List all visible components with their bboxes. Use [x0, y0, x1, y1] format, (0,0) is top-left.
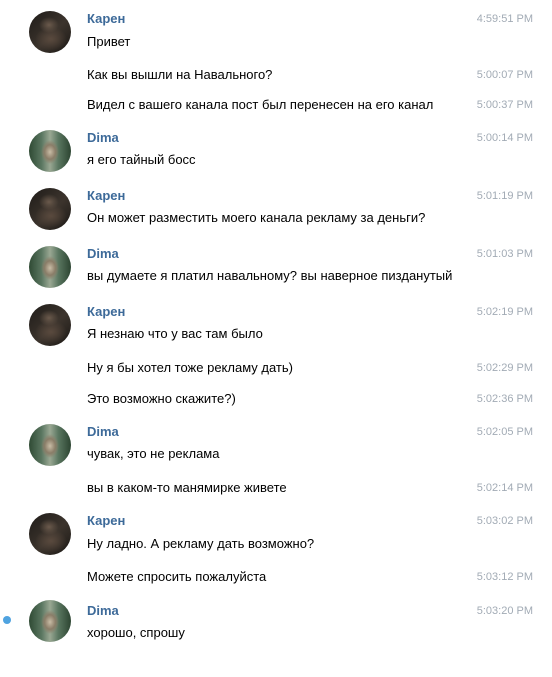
sender-name[interactable]: Карен [87, 304, 125, 320]
message-group: Dima 5:03:20 PM хорошо, спрошу [0, 600, 552, 644]
message-time: 4:59:51 PM [476, 13, 533, 25]
message-time: 5:01:03 PM [476, 248, 533, 260]
message-group: Карен 5:03:02 PM Ну ладно. А рекламу дат… [0, 513, 552, 589]
avatar[interactable] [29, 513, 71, 555]
avatar[interactable] [29, 188, 71, 230]
avatar[interactable] [29, 246, 71, 288]
sender-name[interactable]: Карен [87, 188, 125, 204]
message-time: 5:03:02 PM [476, 515, 533, 527]
message-time: 5:00:14 PM [476, 132, 533, 144]
sender-name[interactable]: Dima [87, 130, 119, 146]
message-text: вы думаете я платил навальному? вы навер… [87, 268, 453, 283]
sender-name[interactable]: Dima [87, 603, 119, 619]
sender-name[interactable]: Dima [87, 424, 119, 440]
message-time: 5:02:29 PM [476, 362, 533, 374]
message-time: 5:03:20 PM [476, 605, 533, 617]
message-text: Видел с вашего канала пост был перенесен… [87, 97, 434, 112]
message-time: 5:02:14 PM [476, 482, 533, 494]
avatar[interactable] [29, 600, 71, 642]
message-group: Dima 5:01:03 PM вы думаете я платил нава… [0, 246, 552, 290]
message-time: 5:02:36 PM [476, 393, 533, 405]
message-text: Привет [87, 34, 131, 49]
message-time: 5:02:19 PM [476, 306, 533, 318]
message-group: Dima 5:00:14 PM я его тайный босс [0, 130, 552, 174]
message-time: 5:02:05 PM [476, 426, 533, 438]
message-group: Карен 5:01:19 PM Он может разместить мое… [0, 188, 552, 232]
avatar[interactable] [29, 424, 71, 466]
message-text: Как вы вышли на Навального? [87, 67, 273, 82]
message-text: Ну ладно. А рекламу дать возможно? [87, 536, 315, 551]
message-text: чувак, это не реклама [87, 446, 220, 461]
message-group: Dima 5:02:05 PM чувак, это не реклама 5:… [0, 424, 552, 500]
sender-name[interactable]: Карен [87, 11, 125, 27]
message-group: Карен 5:02:19 PM Я незнаю что у вас там … [0, 304, 552, 414]
message-text: Это возможно скажите?) [87, 391, 236, 406]
message-group: Карен 4:59:51 PM Привет 5:00:07 PM Как в… [0, 11, 552, 121]
message-text: хорошо, спрошу [87, 625, 185, 640]
message-text: Он может разместить моего канала рекламу… [87, 210, 426, 225]
avatar[interactable] [29, 130, 71, 172]
message-text: вы в каком-то манямирке живете [87, 480, 287, 495]
avatar[interactable] [29, 11, 71, 53]
sender-name[interactable]: Карен [87, 513, 125, 529]
message-text: Я незнаю что у вас там было [87, 326, 263, 341]
message-text: Можете спросить пожалуйста [87, 569, 267, 584]
message-time: 5:01:19 PM [476, 190, 533, 202]
message-text: Ну я бы хотел тоже рекламу дать) [87, 360, 293, 375]
message-time: 5:03:12 PM [476, 571, 533, 583]
message-text: я его тайный босс [87, 152, 196, 167]
message-time: 5:00:37 PM [476, 99, 533, 111]
avatar[interactable] [29, 304, 71, 346]
message-time: 5:00:07 PM [476, 69, 533, 81]
sender-name[interactable]: Dima [87, 246, 119, 262]
